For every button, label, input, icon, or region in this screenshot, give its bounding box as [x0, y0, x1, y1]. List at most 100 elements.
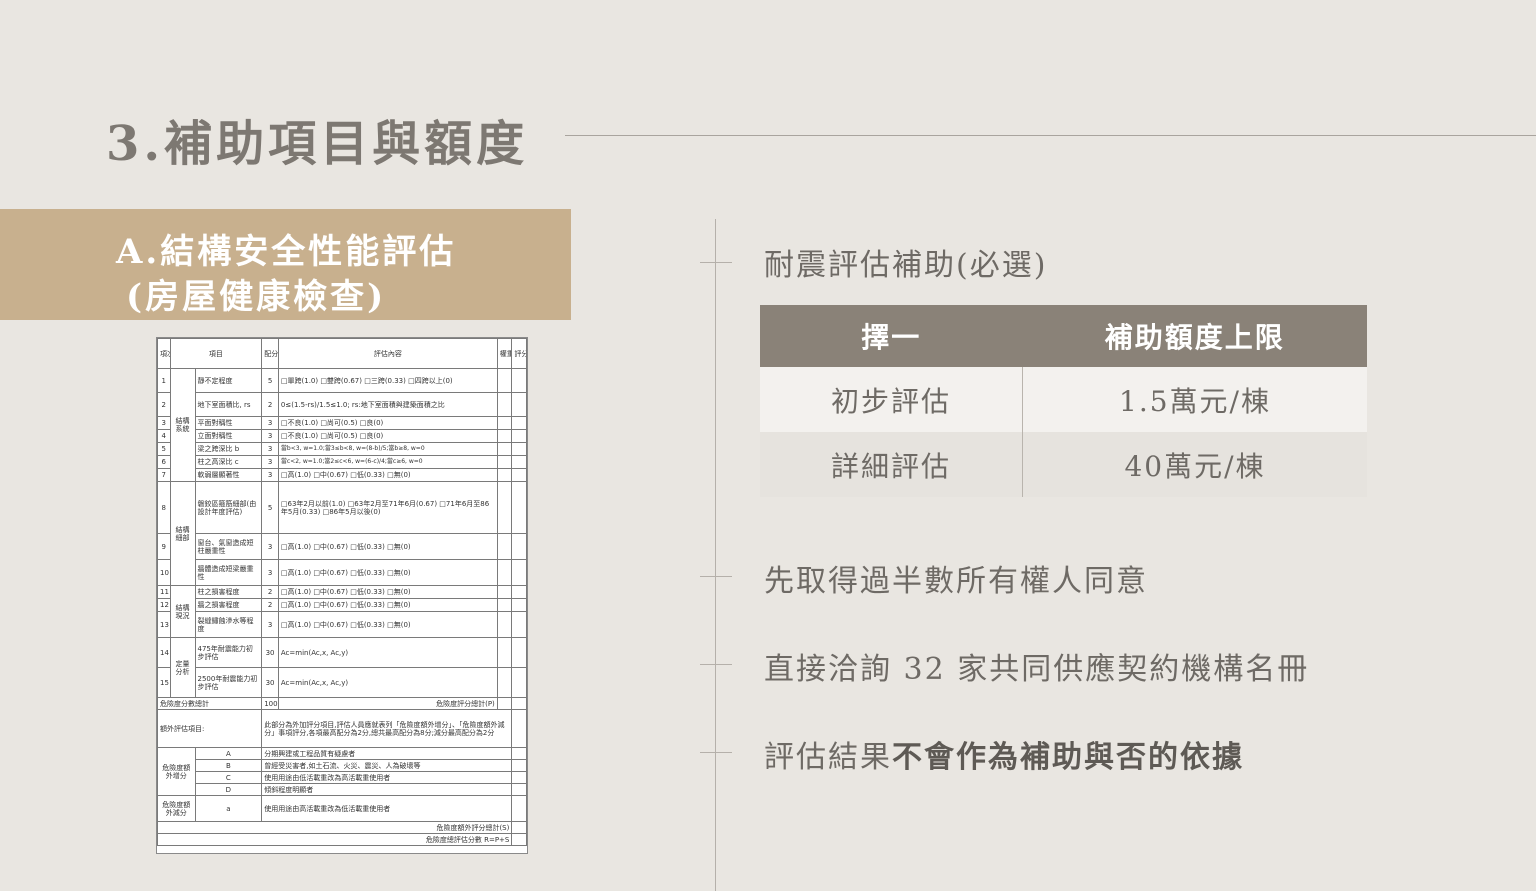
form-cell	[496, 598, 513, 612]
form-cell	[511, 697, 527, 710]
form-cell: 3	[261, 611, 279, 638]
banner-subtitle: (房屋健康檢查)	[126, 277, 387, 317]
form-cell	[511, 771, 527, 784]
form-cell: 30	[261, 667, 279, 698]
form-cell	[511, 455, 527, 469]
form-group-label: 結構現況	[169, 585, 196, 638]
form-cell	[496, 429, 513, 443]
form-cell: 3	[261, 455, 279, 469]
form-cell: 梁之跨深比 b	[194, 442, 263, 456]
form-cell	[496, 697, 513, 710]
form-cell	[511, 559, 527, 586]
form-cell: C	[194, 771, 263, 784]
subsidy-amount: 1.5萬元/棟	[1022, 367, 1367, 432]
form-row: 5 梁之跨深比 b 3 當b<3, w=1.0;當3≤b<8, w=(8-b)/…	[157, 442, 527, 456]
form-plus-row: 危險度額外增分 A 分期興建或工程品質有疑慮者	[157, 747, 527, 796]
form-cell: 牆之損害程度	[194, 598, 263, 612]
form-total-row: 危險度分數總計 100 危險度評分總計(P)	[157, 697, 527, 710]
form-cell: □單跨(1.0) □雙跨(0.67) □三跨(0.33) □四跨以上(0)	[277, 368, 498, 393]
form-cell: 2	[261, 392, 279, 417]
form-cell: 15	[157, 667, 171, 698]
form-cell: 0≤(1.5-rs)/1.5≤1.0; rs:地下室面積與建築面積之比	[277, 392, 498, 417]
form-cell	[496, 416, 513, 430]
form-header-score: 配分	[261, 338, 279, 369]
form-extra-label: 額外評估項目:	[157, 709, 263, 748]
form-cell	[496, 667, 513, 698]
form-row: 4 立面對稱性 3 □不良(1.0) □尚可(0.5) □良(0)	[157, 429, 527, 443]
form-cell: 6	[157, 455, 171, 469]
form-total-right: 危險度評分總計(P)	[277, 697, 498, 710]
bullet-result-emphasis: 不會作為補助與否的依據	[892, 740, 1244, 775]
form-group-label: 結構細部	[169, 481, 196, 586]
form-cell	[496, 455, 513, 469]
form-cell: 5	[261, 481, 279, 534]
form-cell: A	[194, 747, 263, 760]
form-row: 13 裂縫鏽蝕滲水等程度 3 □高(1.0) □中(0.67) □低(0.33)…	[157, 611, 527, 638]
form-cell	[511, 598, 527, 612]
form-extra-row: 額外評估項目: 此部分為外加評分項目,評估人員應就表列「危險度額外增分」、「危險…	[157, 709, 527, 748]
form-cell	[511, 468, 527, 482]
form-group-label: 結構系統	[169, 368, 196, 482]
form-cell	[496, 392, 513, 417]
subsidy-type: 初步評估	[760, 367, 1023, 432]
form-cell: □高(1.0) □中(0.67) □低(0.33) □無(0)	[277, 533, 498, 560]
form-cell	[511, 481, 527, 534]
form-cell: 9	[157, 533, 171, 560]
form-cell: 立面對稱性	[194, 429, 263, 443]
form-cell: 3	[261, 468, 279, 482]
form-cell: 裂縫鏽蝕滲水等程度	[194, 611, 263, 638]
form-cell: Ac=min(Ac,x, Ac,y)	[277, 667, 498, 698]
form-cell: 5	[157, 442, 171, 456]
form-cell: 使用用途由低活載重改為高活載重使用者	[261, 771, 513, 784]
form-group-label: 定量分析	[169, 637, 196, 698]
form-cell: □高(1.0) □中(0.67) □低(0.33) □無(0)	[277, 585, 498, 599]
form-header-content: 評估內容	[277, 338, 498, 369]
form-cell	[511, 783, 527, 796]
title-divider	[565, 135, 1536, 136]
form-cell: 475年耐震能力初步評估	[194, 637, 263, 668]
form-cell: 牆體造成短梁嚴重性	[194, 559, 263, 586]
timeline-tick	[700, 576, 732, 577]
form-extra-text: 此部分為外加評分項目,評估人員應就表列「危險度額外增分」、「危險度額外減分」事項…	[261, 709, 513, 748]
form-cell	[511, 416, 527, 430]
form-cell: 2	[261, 598, 279, 612]
form-extra-total: 危險度額外評分總計(S)	[157, 821, 513, 834]
form-cell	[496, 368, 513, 393]
form-cell	[511, 585, 527, 599]
form-cell: 分期興建或工程品質有疑慮者	[261, 747, 513, 760]
form-row: 12 牆之損害程度 2 □高(1.0) □中(0.67) □低(0.33) □無…	[157, 598, 527, 612]
form-total-score: 100	[261, 697, 279, 710]
form-plus-row: D 傾斜程度明顯者	[158, 783, 527, 796]
form-row: 7 軟弱層顯著性 3 □高(1.0) □中(0.67) □低(0.33) □無(…	[157, 468, 527, 482]
form-header-item: 項目	[169, 338, 263, 369]
form-cell: 當c<2, w=1.0;當2≤c<6, w=(6-c)/4;當c≥6, w=0	[277, 455, 498, 469]
evaluation-form-image: 項次 項目 配分 評估內容 權重 評分 1 結構系統 靜不定程度 5 □單跨(1…	[156, 337, 528, 854]
form-cell: D	[194, 783, 263, 796]
form-cell: 使用用途由高活載重改為低活載重使用者	[261, 795, 513, 822]
banner-title: A.結構安全性能評估	[116, 232, 457, 272]
form-cell: 8	[157, 481, 171, 534]
form-cell	[511, 533, 527, 560]
timeline-line	[715, 219, 716, 891]
bullet-result-note: 評估結果不會作為補助與否的依據	[764, 732, 1244, 776]
form-cell: 窗台、氣窗造成短柱嚴重性	[194, 533, 263, 560]
form-cell: □高(1.0) □中(0.67) □低(0.33) □無(0)	[277, 559, 498, 586]
bullet-owner-consent: 先取得過半數所有權人同意	[764, 564, 1148, 599]
form-header-weight: 權重	[496, 338, 513, 369]
form-cell: 2	[261, 585, 279, 599]
form-cell: 11	[157, 585, 171, 599]
timeline-tick	[700, 664, 732, 665]
subsidy-heading: 耐震評估補助(必選)	[764, 248, 1048, 283]
form-row: 8 結構細部 磐鉸區箍筋細部(由設計年度評估) 5 □63年2月以前(1.0) …	[157, 481, 527, 586]
form-cell	[511, 821, 527, 834]
form-cell	[496, 611, 513, 638]
form-cell: 7	[157, 468, 171, 482]
form-row: 1 結構系統 靜不定程度 5 □單跨(1.0) □雙跨(0.67) □三跨(0.…	[157, 368, 527, 482]
form-cell: 4	[157, 429, 171, 443]
form-cell	[496, 481, 513, 534]
form-row: 6 柱之高深比 c 3 當c<2, w=1.0;當2≤c<6, w=(6-c)/…	[157, 455, 527, 469]
form-cell	[511, 429, 527, 443]
form-cell: □高(1.0) □中(0.67) □低(0.33) □無(0)	[277, 468, 498, 482]
section-banner: A.結構安全性能評估 (房屋健康檢查)	[0, 209, 571, 320]
form-cell	[496, 559, 513, 586]
